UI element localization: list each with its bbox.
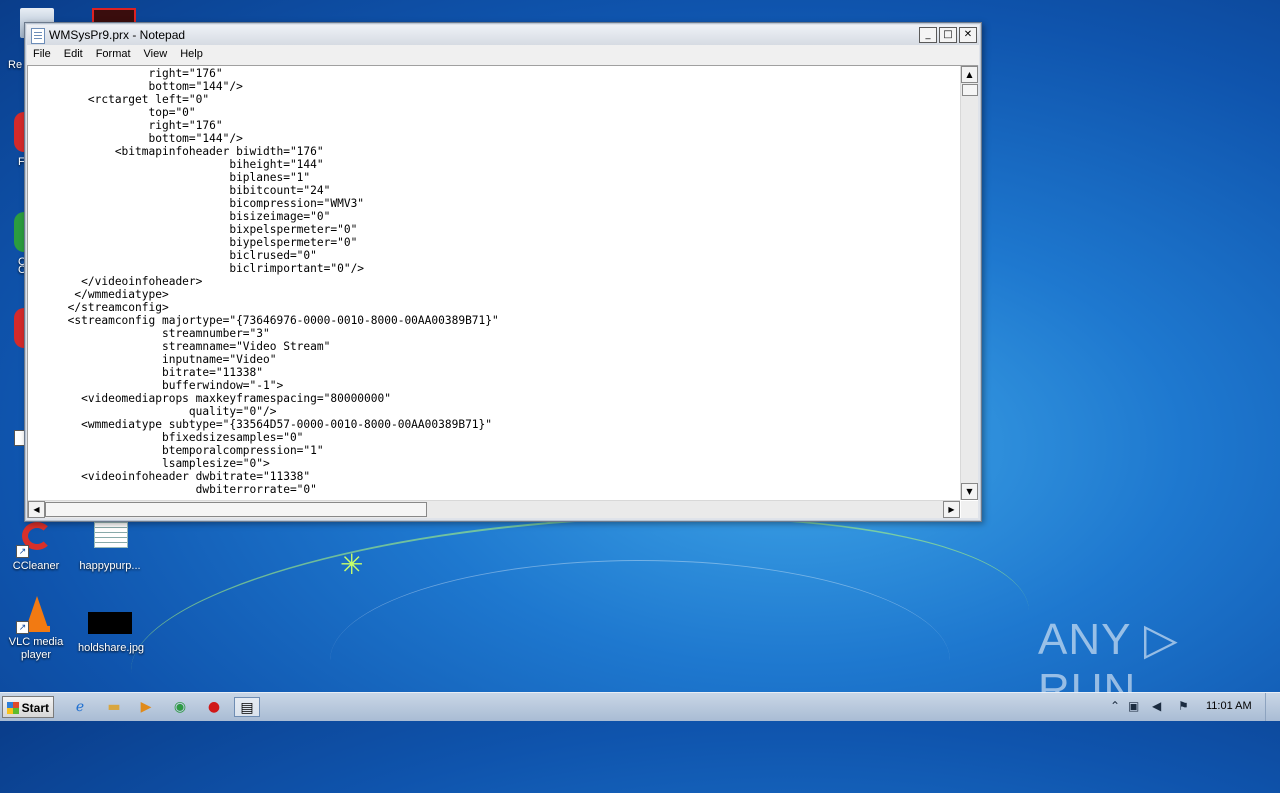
opera-icon[interactable]: ● (202, 697, 226, 717)
title-bar[interactable]: WMSysPr9.prx - Notepad _ □ ✕ (27, 25, 979, 45)
wallpaper-light-arc-2 (330, 560, 950, 761)
tray-expand-icon[interactable]: ⌃ (1110, 699, 1120, 713)
file-explorer-icon[interactable]: ▬ (102, 697, 126, 717)
close-button[interactable]: ✕ (959, 27, 977, 43)
windows-flag-icon (7, 702, 19, 714)
recycle-bin-label: Re (8, 59, 23, 71)
taskbar: Start ℯ ▬ ▶ ◉ ● ▤ ⌃ ▣ ◀ ⚑ 11:01 AM (0, 692, 1280, 721)
desktop-icon-happypurp[interactable]: happypurp... (78, 520, 142, 573)
desktop-icon-ccleaner-label: CCleaner (12, 560, 60, 572)
start-button[interactable]: Start (2, 696, 54, 718)
notepad-taskbar-button[interactable]: ▤ (234, 697, 260, 717)
minimize-button[interactable]: _ (919, 27, 937, 43)
desktop-icon-holdshare[interactable]: holdshare.jpg (78, 606, 145, 655)
vertical-scrollbar[interactable]: ▲ ▼ (960, 66, 978, 500)
action-center-flag-icon[interactable]: ⚑ (1178, 699, 1189, 713)
chrome-icon[interactable]: ◉ (168, 697, 192, 717)
taskbar-clock[interactable]: 11:01 AM (1206, 700, 1252, 712)
network-icon[interactable]: ▣ (1128, 699, 1139, 713)
scroll-right-arrow-icon[interactable]: ▶ (943, 501, 960, 518)
notepad-app-icon[interactable] (31, 28, 45, 44)
vlc-cone-icon: ↗ (16, 596, 54, 634)
scroll-down-arrow-icon[interactable]: ▼ (961, 483, 978, 500)
desktop-icon-vlc-label: VLC media player (8, 636, 64, 661)
menu-view[interactable]: View (138, 45, 175, 65)
text-editor-area[interactable]: right="176" bottom="144"/> <rctarget lef… (27, 65, 978, 518)
menu-help[interactable]: Help (174, 45, 210, 65)
scroll-up-arrow-icon[interactable]: ▲ (961, 66, 978, 83)
media-player-icon[interactable]: ▶ (134, 697, 158, 717)
maximize-button[interactable]: □ (939, 27, 957, 43)
menu-file[interactable]: File (27, 45, 58, 65)
internet-explorer-icon[interactable]: ℯ (68, 697, 92, 717)
start-label: Start (21, 701, 49, 715)
ccleaner-icon: ↗ (16, 520, 54, 558)
menu-edit[interactable]: Edit (58, 45, 90, 65)
wallpaper-logo-icon: ✳ (340, 548, 364, 581)
document-icon (92, 520, 128, 556)
image-file-icon (88, 606, 132, 634)
desktop-icon-vlc[interactable]: ↗ VLC media player (4, 596, 68, 662)
show-desktop-button[interactable] (1265, 693, 1280, 721)
volume-icon[interactable]: ◀ (1152, 699, 1161, 713)
menu-format[interactable]: Format (90, 45, 138, 65)
horizontal-scroll-thumb[interactable] (45, 502, 427, 517)
resize-grip-icon[interactable] (961, 501, 978, 518)
notepad-window[interactable]: WMSysPr9.prx - Notepad _ □ ✕ File Edit F… (24, 22, 982, 522)
desktop-icon-holdshare-label: holdshare.jpg (78, 642, 145, 654)
scroll-left-arrow-icon[interactable]: ◀ (28, 501, 45, 518)
window-title: WMSysPr9.prx - Notepad (49, 28, 186, 42)
menu-bar: File Edit Format View Help (27, 45, 979, 65)
vertical-scroll-thumb[interactable] (962, 84, 978, 96)
document-text[interactable]: right="176" bottom="144"/> <rctarget lef… (34, 67, 499, 496)
desktop-icon-ccleaner[interactable]: ↗ CCleaner (4, 520, 68, 573)
desktop-icon-happypurp-label: happypurp... (79, 560, 141, 572)
horizontal-scrollbar[interactable]: ◀ ▶ (28, 500, 960, 518)
